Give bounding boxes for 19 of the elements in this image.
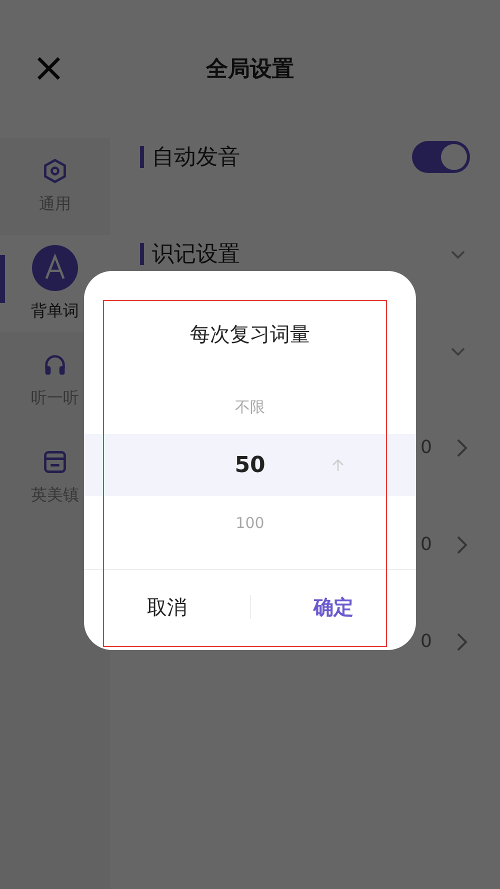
setting-value: 0: [420, 631, 432, 652]
setting-value: 0: [420, 534, 432, 555]
dialog-title: 每次复习词量: [189, 321, 311, 348]
card-icon: [42, 449, 68, 475]
hexagon-icon: [42, 158, 68, 184]
picker-option[interactable]: 不限: [84, 380, 416, 434]
setting-label: 自动发音: [152, 144, 241, 172]
page-title: 全局设置: [206, 56, 294, 84]
picker-option[interactable]: 50: [84, 434, 416, 496]
confirm-button[interactable]: 确定: [250, 584, 416, 630]
toggle-switch[interactable]: [412, 140, 470, 172]
section-title: 识记设置: [152, 240, 241, 268]
cancel-button[interactable]: 取消: [84, 584, 250, 630]
close-button[interactable]: ×: [32, 46, 66, 90]
up-arrow-icon: [330, 457, 346, 473]
letter-icon: [32, 245, 78, 291]
setting-value: 0: [420, 437, 432, 458]
headphones-icon: [42, 352, 68, 378]
picker-option[interactable]: 100: [84, 496, 416, 550]
